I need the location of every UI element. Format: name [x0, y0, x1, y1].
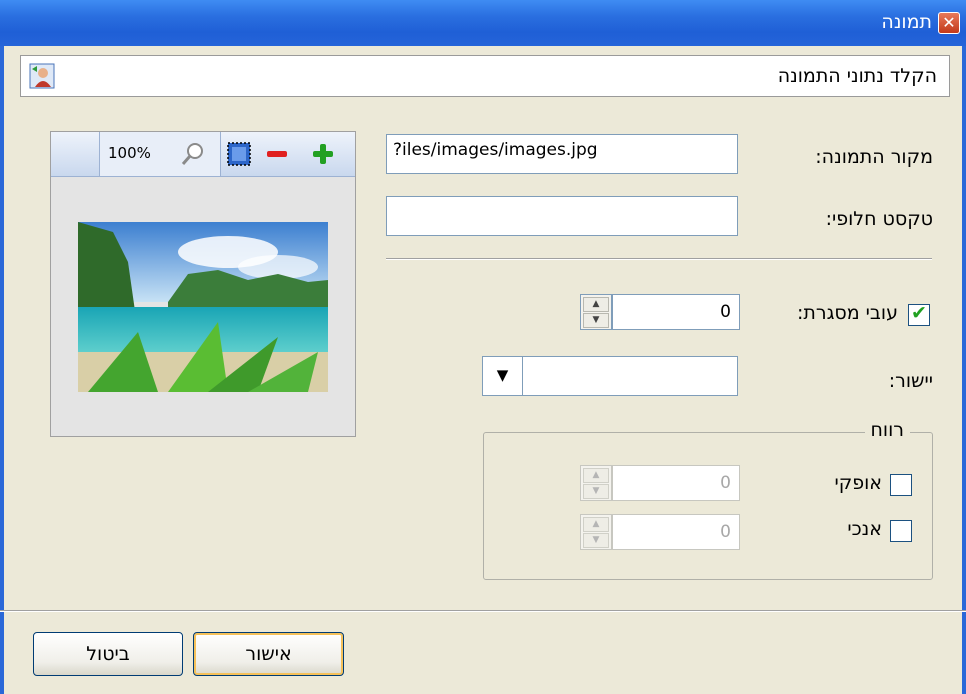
source-label: מקור התמונה: — [815, 146, 933, 168]
align-select[interactable]: ▼ — [482, 356, 738, 396]
image-preview-panel: 100% — [50, 131, 356, 437]
align-label: יישור: — [888, 370, 933, 392]
dropdown-arrow-icon[interactable]: ▼ — [483, 357, 523, 395]
check-icon: ✔ — [911, 302, 927, 324]
spin-down-icon[interactable]: ▼ — [583, 484, 609, 499]
zoom-in-icon[interactable] — [309, 140, 337, 168]
vertical-checkbox[interactable] — [890, 520, 912, 542]
vertical-spin-buttons[interactable]: ▲ ▼ — [580, 514, 612, 550]
spin-down-icon[interactable]: ▼ — [583, 313, 609, 328]
border-label: עובי מסגרת: — [796, 302, 898, 324]
border-value-input[interactable]: 0 — [612, 294, 740, 330]
horizontal-checkbox[interactable] — [890, 474, 912, 496]
border-spin-buttons[interactable]: ▲ ▼ — [580, 294, 612, 330]
close-button[interactable]: ✕ — [938, 12, 960, 34]
spin-up-icon[interactable]: ▲ — [583, 297, 609, 312]
image-user-icon — [29, 63, 55, 89]
cancel-button[interactable]: ביטול — [33, 632, 183, 676]
zoom-out-icon[interactable] — [263, 140, 291, 168]
spacing-legend: רווח — [864, 419, 910, 441]
spin-down-icon[interactable]: ▼ — [583, 533, 609, 548]
source-input[interactable]: ?iles/images/images.jpg — [386, 134, 738, 174]
vertical-spinner: ▲ ▼ 0 — [580, 514, 740, 550]
horizontal-spin-buttons[interactable]: ▲ ▼ — [580, 465, 612, 501]
window-border-left — [0, 46, 4, 694]
window-border-right — [962, 46, 966, 694]
dialog-header: הקלד נתוני התמונה — [20, 55, 950, 97]
title-bar[interactable]: תמונה ✕ — [0, 0, 966, 46]
vertical-value-input[interactable]: 0 — [612, 514, 740, 550]
horizontal-value-input[interactable]: 0 — [612, 465, 740, 501]
separator — [386, 258, 932, 260]
ok-button[interactable]: אישור — [193, 632, 344, 676]
alt-text-input[interactable] — [386, 196, 738, 236]
footer-separator — [0, 610, 966, 612]
spacing-groupbox: רווח — [483, 419, 933, 580]
alt-text-label: טקסט חלופי: — [825, 208, 933, 230]
border-spinner: ▲ ▼ 0 — [580, 294, 740, 330]
fit-icon[interactable] — [225, 140, 253, 168]
vertical-label: אנכי — [847, 518, 882, 540]
image-dialog: תמונה ✕ הקלד נתוני התמונה מקור התמונה: ?… — [0, 0, 966, 694]
preview-toolbar: 100% — [51, 132, 355, 177]
horizontal-spinner: ▲ ▼ 0 — [580, 465, 740, 501]
horizontal-label: אופקי — [834, 472, 882, 494]
header-title: הקלד נתוני התמונה — [777, 65, 937, 87]
spin-up-icon[interactable]: ▲ — [583, 517, 609, 532]
preview-image — [78, 222, 328, 392]
spin-up-icon[interactable]: ▲ — [583, 468, 609, 483]
border-checkbox[interactable]: ✔ — [908, 302, 930, 326]
magnifier-icon[interactable] — [179, 140, 207, 168]
window-title: תמונה — [881, 11, 932, 33]
